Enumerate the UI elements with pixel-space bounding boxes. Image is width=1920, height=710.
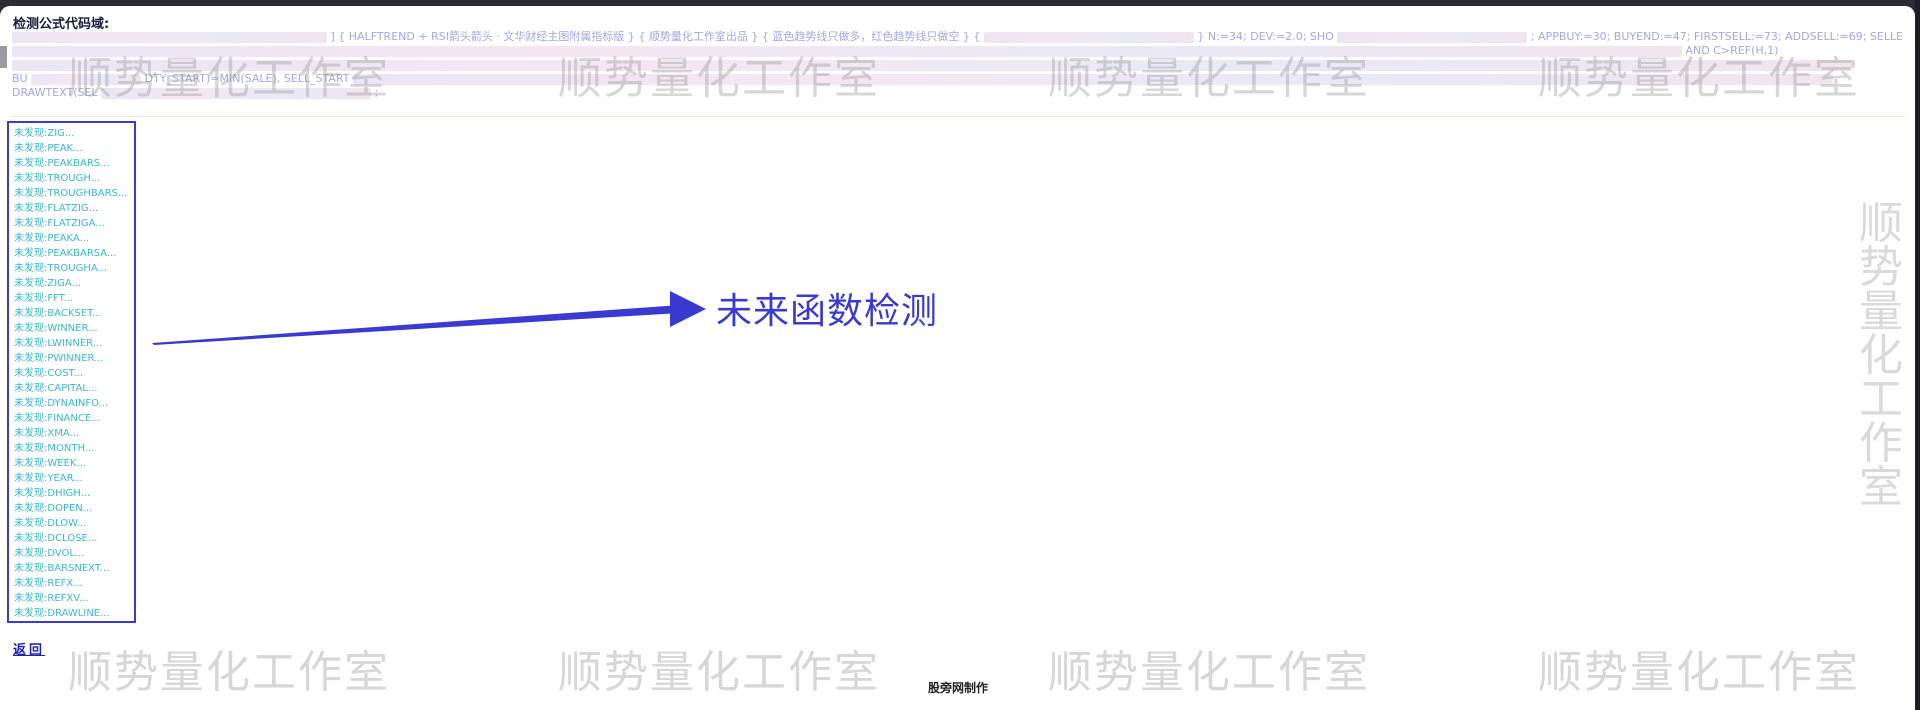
left-gutter-marker [0, 46, 7, 68]
code-text: ] { HALFTREND + RSI箭头箭头 · 文华财经主图附属指标版 } … [330, 30, 981, 43]
result-item: 未发现:WINNER... [14, 323, 98, 334]
code-text: DRAWTEXT(SEL [12, 86, 98, 99]
result-item: 未发现:FINANCE... [14, 413, 101, 424]
result-item: 未发现:PEAKBARSA... [14, 248, 117, 259]
result-item: 未发现:TROUGHA... [14, 263, 108, 274]
result-item: 未发现:PEAKA... [14, 233, 90, 244]
code-line: DRAWTEXT(SEL ; [12, 86, 379, 99]
watermark-vertical: 顺势量化工作室 [1859, 198, 1903, 513]
result-item: 未发现:FLATZIGA... [14, 218, 105, 229]
result-item: 未发现:LWINNER... [14, 338, 103, 349]
watermark: 顺势量化工作室 [558, 647, 880, 698]
result-item: 未发现:CAPITAL... [14, 383, 98, 394]
result-item: 未发现:ZIG... [14, 128, 75, 139]
redacted-text [31, 73, 142, 85]
back-link[interactable]: 返回 [13, 639, 45, 658]
watermark: 顺势量化工作室 [1048, 647, 1370, 698]
code-divider [10, 116, 1905, 117]
code-text: BU [12, 72, 28, 85]
result-item: 未发现:TROUGHBARS... [14, 188, 128, 199]
result-item: 未发现:ZIGA... [14, 278, 82, 289]
result-item: 未发现:XMA... [14, 428, 80, 439]
redacted-text [983, 31, 1194, 43]
detection-results-list: 未发现:ZIG... 未发现:PEAK... 未发现:PEAKBARS... 未发现:… [7, 121, 136, 623]
code-line [12, 58, 1902, 72]
result-item: 未发现:TROUGH... [14, 173, 101, 184]
annotation-arrow [152, 291, 706, 345]
result-item: 未发现:DCLOSE... [14, 533, 98, 544]
watermark: 顺势量化工作室 [68, 647, 390, 698]
result-item: 未发现:REFX... [14, 578, 83, 589]
code-line: BU DTY_START)=MIN(SALE), SELL_START [12, 72, 1902, 86]
result-item: 未发现:MONTH... [14, 443, 95, 454]
result-item: 未发现:YEAR... [14, 473, 83, 484]
window-edge [1915, 0, 1920, 710]
code-line: ] { HALFTREND + RSI箭头箭头 · 文华财经主图附属指标版 } … [12, 30, 1902, 44]
result-item: 未发现:PEAKBARS... [14, 158, 110, 169]
code-line: AND C>REF(H,1) [12, 44, 1902, 58]
footer-credit: 股旁网制作 [928, 681, 989, 695]
result-item: 未发现:DVOL... [14, 548, 85, 559]
page-frame: 检测公式代码域: ] { HALFTREND + RSI箭头箭头 · 文华财经主… [0, 6, 1915, 710]
result-item: 未发现:DLOW... [14, 518, 87, 529]
code-text: } N:=34; DEV:=2.0; SHO [1197, 30, 1334, 43]
result-item: 未发现:DHIGH... [14, 488, 91, 499]
result-item: 未发现:REFXV... [14, 593, 89, 604]
result-item: 未发现:PEAK... [14, 143, 83, 154]
result-item: 未发现:BACKSET... [14, 308, 102, 319]
result-item: 未发现:FFT... [14, 293, 74, 304]
code-text: ; APPBUY:=30; BUYEND:=47; FIRSTSELL:=73;… [1530, 30, 1902, 43]
redacted-text [1337, 31, 1528, 43]
redacted-text [101, 87, 372, 99]
redacted-text [352, 73, 1833, 85]
code-text: AND C>REF(H,1) [1685, 44, 1779, 57]
result-item: 未发现:BARSNEXT... [14, 563, 110, 574]
result-item: 未发现:COST... [14, 368, 84, 379]
result-item: 未发现:PWINNER... [14, 353, 104, 364]
redacted-text [12, 31, 327, 43]
result-item: 未发现:DYNAINFO... [14, 398, 109, 409]
code-text: DTY_START)=MIN(SALE), SELL_START [144, 72, 350, 85]
result-item: 未发现:FLATZIG... [14, 203, 99, 214]
watermark: 顺势量化工作室 [1538, 647, 1860, 698]
result-item: 未发现:DOPEN... [14, 503, 93, 514]
annotation-label: 未来函数检测 [716, 291, 939, 332]
formula-code-area[interactable]: ] { HALFTREND + RSI箭头箭头 · 文华财经主图附属指标版 } … [12, 30, 1902, 112]
result-item: 未发现:WEEK... [14, 458, 86, 469]
redacted-text [12, 45, 1682, 57]
result-item: 未发现:DRAWLINE... [14, 608, 110, 619]
redacted-text [12, 59, 1852, 71]
